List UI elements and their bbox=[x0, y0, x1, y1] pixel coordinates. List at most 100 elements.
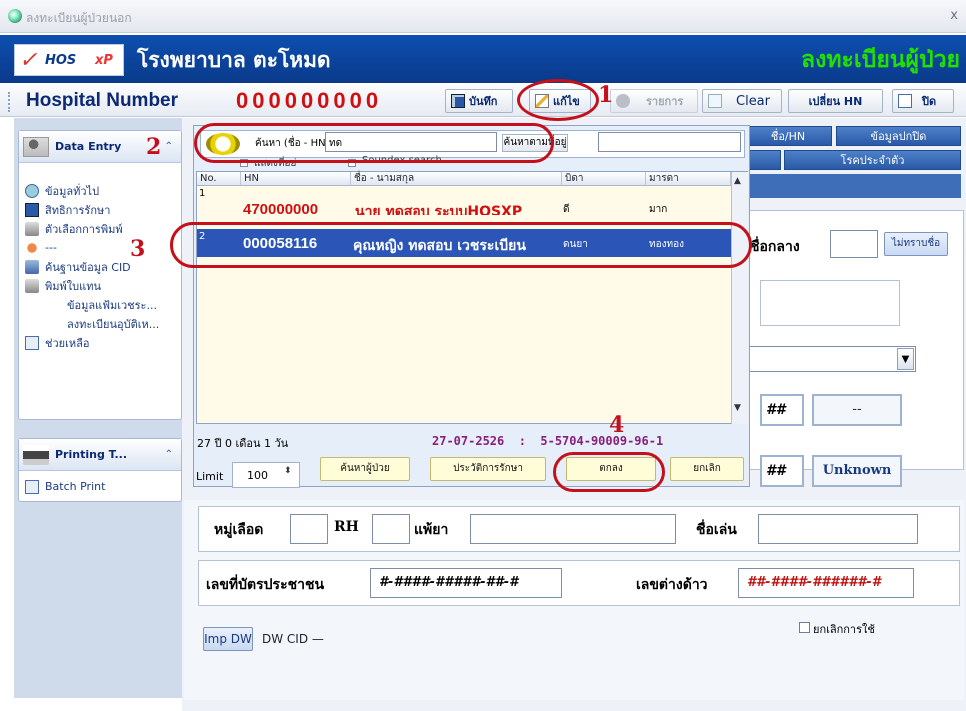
batch-print-icon bbox=[25, 479, 39, 494]
sidebar-item-accident[interactable]: ลงทะเบียนอุบัติเห... bbox=[19, 314, 181, 333]
people-icon bbox=[25, 240, 39, 255]
photo-box bbox=[760, 280, 900, 326]
chevron-up-icon: ⌃ bbox=[164, 449, 173, 460]
tab-hidden-info[interactable]: ข้อมูลปกปิด bbox=[836, 126, 961, 146]
rh-input[interactable] bbox=[372, 514, 410, 544]
tab-name-hn[interactable]: ชื่อ/HN bbox=[744, 126, 832, 146]
annotation-ring-3 bbox=[170, 222, 752, 268]
blood-group-input[interactable] bbox=[290, 514, 328, 544]
cancel-use-label: ยกเลิกการใช้ bbox=[813, 623, 875, 636]
logo-swoosh-icon: ✓ bbox=[19, 48, 38, 73]
tab-strip bbox=[744, 174, 961, 198]
annotation-ring-4 bbox=[553, 452, 665, 492]
database-icon bbox=[25, 259, 39, 274]
history-button[interactable]: ประวัติการรักษา bbox=[430, 457, 546, 481]
tab-chronic-disease[interactable]: โรคประจำตัว bbox=[784, 150, 961, 170]
annotation-number-1: 1 bbox=[598, 82, 614, 108]
cancel-use-checkbox[interactable] bbox=[799, 622, 810, 633]
stepper-arrows-icon[interactable]: ⬍ bbox=[284, 466, 292, 476]
hosxp-logo: ✓ HOS xP bbox=[14, 44, 124, 76]
window-title-bar: ลงทะเบียนผู้ป่วยนอก x bbox=[0, 0, 966, 33]
sidebar-item-general[interactable]: ข้อมูลทั่วไป bbox=[19, 181, 181, 200]
table-row[interactable]: 1 470000000 นาย ทดสอบ ระบบHOSXP ดี มาก bbox=[197, 187, 731, 215]
printing-panel: Printing T... ⌃ Batch Print bbox=[18, 438, 182, 502]
hn-value: 000000000 bbox=[236, 88, 383, 113]
sidebar-item-medrec[interactable]: ข้อมูลแฟ้มเวชระ... bbox=[19, 295, 181, 314]
scroll-down-icon[interactable]: ▼ bbox=[734, 403, 741, 413]
annotation-ring-2 bbox=[194, 123, 554, 163]
chevron-up-icon: ⌃ bbox=[164, 141, 173, 152]
help-icon bbox=[25, 335, 39, 350]
middle-name-input[interactable] bbox=[830, 230, 878, 258]
sidebar-item-print-options[interactable]: ตัวเลือกการพิมพ์ bbox=[19, 219, 181, 238]
allergy-input[interactable] bbox=[470, 514, 676, 544]
sidebar-item-batch-print[interactable]: Batch Print bbox=[19, 477, 181, 496]
printer-icon bbox=[25, 221, 39, 236]
hn-label: Hospital Number bbox=[26, 90, 179, 111]
grid-scrollbar[interactable] bbox=[731, 172, 748, 424]
dash-field: -- bbox=[812, 394, 902, 426]
clear-doc-icon bbox=[708, 94, 722, 108]
printer-icon bbox=[23, 444, 49, 465]
hash-field-1[interactable]: ## bbox=[760, 394, 804, 426]
alien-id-input[interactable]: ##-####-######-# bbox=[738, 568, 914, 598]
imp-dw-button[interactable]: Imp DW bbox=[203, 627, 253, 651]
scroll-up-icon[interactable]: ▲ bbox=[734, 176, 741, 186]
annotation-number-3: 3 bbox=[130, 236, 146, 262]
address-input[interactable] bbox=[598, 132, 741, 152]
sidebar-item-help[interactable]: ช่วยเหลือ bbox=[19, 333, 181, 352]
dob-cid-text: 27-07-2526 : 5-5704-90009-96-1 bbox=[432, 434, 664, 448]
find-patient-button[interactable]: ค้นหาผู้ป่วย bbox=[320, 457, 410, 481]
cid-label: เลขที่บัตรประชาชน bbox=[206, 577, 325, 593]
app-icon bbox=[8, 9, 22, 23]
blood-group-label: หมู่เลือด bbox=[214, 522, 264, 538]
sidebar-item-rights[interactable]: สิทธิการรักษา bbox=[19, 200, 181, 219]
window-close-button[interactable]: x bbox=[950, 8, 958, 23]
rh-label: RH bbox=[334, 519, 359, 535]
col-no[interactable]: No. bbox=[197, 172, 241, 186]
window-title: ลงทะเบียนผู้ป่วยนอก bbox=[26, 11, 132, 25]
floppy-icon bbox=[451, 94, 465, 108]
clear-button[interactable]: Clear bbox=[702, 89, 782, 113]
annotation-number-2: 2 bbox=[146, 134, 162, 160]
data-entry-panel: Data Entry ⌃ ข้อมูลทั่วไป สิทธิการรักษา … bbox=[18, 130, 182, 420]
unknown-name-button[interactable]: ไม่ทราบชื่อ bbox=[884, 232, 948, 256]
cid-input[interactable]: #-####-#####-##-# bbox=[370, 568, 562, 598]
hash-field-2[interactable]: ## bbox=[760, 455, 804, 487]
allergy-label: แพ้ยา bbox=[414, 522, 449, 538]
alien-id-label: เลขต่างด้าว bbox=[636, 577, 708, 593]
age-text: 27 ปี 0 เดือน 1 วัน bbox=[197, 437, 289, 450]
hospital-name: โรงพยาบาล ตะโหมด bbox=[137, 47, 331, 72]
rights-icon bbox=[25, 202, 39, 217]
cancel-button[interactable]: ยกเลิก bbox=[670, 457, 744, 481]
save-button[interactable]: บันทึก bbox=[445, 89, 513, 113]
sidebar-item-reprint[interactable]: พิมพ์ใบแทน bbox=[19, 276, 181, 295]
sidebar-item-cid-search[interactable]: ค้นฐานข้อมูล CID bbox=[19, 257, 181, 276]
limit-label: Limit bbox=[196, 470, 224, 483]
col-mother[interactable]: มารดา bbox=[646, 172, 731, 186]
col-name[interactable]: ชื่อ - นามสกุล bbox=[351, 172, 562, 186]
exit-door-icon bbox=[898, 94, 912, 108]
items-button[interactable]: รายการ bbox=[610, 89, 698, 113]
nickname-label: ชื่อเล่น bbox=[696, 522, 737, 538]
unknown-field: Unknown bbox=[812, 455, 902, 487]
printer-icon bbox=[25, 278, 39, 293]
close-button[interactable]: ปิด bbox=[892, 89, 954, 113]
annotation-ring-1 bbox=[517, 79, 599, 121]
select-field[interactable] bbox=[744, 346, 916, 372]
chevron-down-icon[interactable]: ▼ bbox=[897, 348, 914, 370]
module-title: ลงทะเบียนผู้ป่วย bbox=[801, 46, 960, 73]
info-icon bbox=[25, 183, 39, 198]
annotation-number-4: 4 bbox=[609, 412, 625, 438]
dw-cid-label: DW CID — bbox=[262, 632, 324, 646]
toolbar-grip bbox=[8, 92, 11, 112]
cancel-circle-icon bbox=[616, 94, 630, 108]
col-father[interactable]: บิดา bbox=[562, 172, 646, 186]
printing-header[interactable]: Printing T... ⌃ bbox=[19, 439, 181, 471]
nickname-input[interactable] bbox=[758, 514, 918, 544]
user-icon bbox=[23, 136, 49, 157]
sidebar-item-separator[interactable]: --- bbox=[19, 238, 181, 257]
change-hn-button[interactable]: เปลี่ยน HN bbox=[788, 89, 883, 113]
col-hn[interactable]: HN bbox=[241, 172, 351, 186]
middle-name-label: ชื่อกลาง bbox=[750, 239, 800, 255]
